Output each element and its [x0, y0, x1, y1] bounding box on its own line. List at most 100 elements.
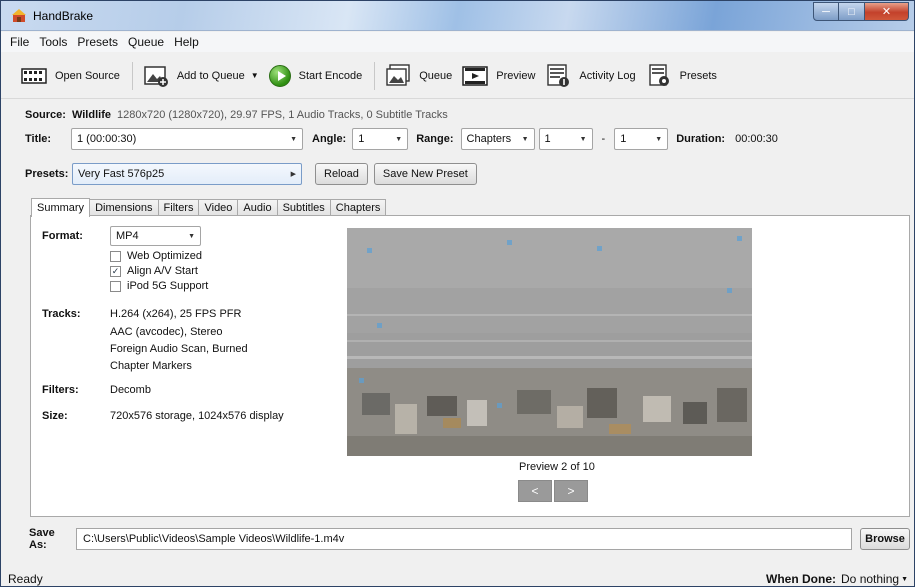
menu-tools[interactable]: Tools: [34, 35, 72, 49]
tab-chapters[interactable]: Chapters: [329, 199, 387, 216]
save-as-path-value: C:\Users\Public\Videos\Sample Videos\Wil…: [83, 533, 345, 545]
chevron-down-icon: ▼: [395, 135, 403, 143]
size-value: 720x576 storage, 1024x576 display: [110, 410, 284, 422]
range-mode-value: Chapters: [466, 133, 512, 145]
duration-label: Duration:: [676, 133, 726, 145]
handbrake-logo-icon: [12, 9, 26, 22]
open-source-button[interactable]: Open Source: [21, 61, 120, 91]
open-source-label: Open Source: [55, 69, 120, 82]
checkbox-unchecked-icon: [110, 280, 121, 292]
angle-value: 1: [358, 133, 365, 145]
menu-queue[interactable]: Queue: [123, 35, 169, 49]
source-row: Source: Wildlife 1280x720 (1280x720), 29…: [25, 107, 448, 123]
add-to-queue-label: Add to Queue: [176, 69, 245, 82]
tab-video[interactable]: Video: [198, 199, 239, 216]
web-optimized-label: Web Optimized: [127, 250, 202, 262]
save-as-label: Save As:: [29, 527, 55, 551]
title-value: 1 (00:00:30): [77, 133, 137, 145]
browse-button[interactable]: Browse: [860, 528, 910, 550]
align-av-checkbox[interactable]: ✓ Align A/V Start: [110, 265, 198, 277]
format-dropdown[interactable]: MP4 ▼: [110, 226, 201, 246]
preset-value: Very Fast 576p25: [78, 168, 165, 180]
window-title: HandBrake: [33, 9, 94, 23]
web-optimized-checkbox[interactable]: Web Optimized: [110, 250, 202, 262]
preview-button[interactable]: Preview: [462, 61, 535, 91]
chevron-down-icon[interactable]: ▼: [251, 71, 259, 80]
tab-strip: Summary Dimensions Filters Video Audio S…: [31, 198, 387, 217]
close-button[interactable]: ✕: [865, 2, 909, 21]
source-name: Wildlife: [71, 109, 111, 121]
align-av-label: Align A/V Start: [127, 265, 198, 277]
queue-icon: [386, 63, 410, 86]
preview-icon: [462, 65, 489, 86]
title-dropdown[interactable]: 1 (00:00:30) ▼: [71, 128, 303, 150]
preview-label: Preview: [496, 69, 536, 82]
ipod-support-checkbox[interactable]: iPod 5G Support: [110, 280, 208, 292]
title-bar[interactable]: HandBrake ─ □ ✕: [1, 1, 914, 31]
status-bar: Ready When Done: Do nothing ▼: [1, 569, 914, 587]
save-as-row: Save As: C:\Users\Public\Videos\Sample V…: [29, 527, 910, 551]
queue-label: Queue: [419, 69, 453, 82]
range-start-dropdown[interactable]: 1 ▼: [538, 128, 593, 150]
range-end-dropdown[interactable]: 1 ▼: [614, 128, 669, 150]
maximize-icon: □: [848, 5, 855, 18]
chevron-down-icon: ▼: [290, 135, 297, 143]
toolbar-separator: [131, 61, 133, 90]
presets-label: Presets: [679, 69, 717, 82]
previous-preview-button[interactable]: <: [518, 480, 552, 502]
chevron-down-icon: ▼: [655, 135, 663, 143]
activity-log-icon: [547, 63, 570, 87]
preview-nav: < >: [518, 480, 588, 502]
range-label: Range:: [416, 133, 454, 145]
ipod-support-label: iPod 5G Support: [127, 280, 209, 292]
menu-help[interactable]: Help: [169, 35, 204, 49]
angle-dropdown[interactable]: 1 ▼: [352, 128, 409, 150]
add-picture-icon: [144, 65, 168, 87]
tab-dimensions[interactable]: Dimensions: [89, 199, 159, 216]
track-item: Chapter Markers: [110, 360, 192, 372]
when-done-value: Do nothing: [841, 572, 900, 586]
save-new-preset-button[interactable]: Save New Preset: [373, 163, 477, 185]
presets-row-label: Presets:: [25, 168, 69, 180]
save-as-path-input[interactable]: C:\Users\Public\Videos\Sample Videos\Wil…: [76, 528, 852, 550]
minimize-button[interactable]: ─: [813, 2, 839, 21]
source-label: Source:: [25, 109, 66, 121]
menu-bar: File Tools Presets Queue Help: [1, 32, 914, 52]
window-controls: ─ □ ✕: [813, 2, 909, 21]
checkmark-icon: ✓: [110, 265, 121, 277]
presets-row: Presets: Very Fast 576p25 ▶ Reload Save …: [25, 163, 477, 185]
summary-panel: Format: MP4 ▼ Web Optimized ✓ Align A/V …: [30, 215, 910, 517]
queue-button[interactable]: Queue: [385, 61, 452, 91]
close-icon: ✕: [881, 6, 892, 18]
minimize-icon: ─: [822, 5, 830, 18]
maximize-button[interactable]: □: [839, 2, 865, 21]
menu-presets[interactable]: Presets: [72, 35, 123, 49]
when-done-control[interactable]: When Done: Do nothing ▼: [766, 572, 908, 586]
range-mode-dropdown[interactable]: Chapters ▼: [460, 128, 535, 150]
tab-filters[interactable]: Filters: [157, 199, 200, 216]
tab-summary[interactable]: Summary: [31, 198, 91, 217]
reload-button[interactable]: Reload: [315, 163, 368, 185]
menu-file[interactable]: File: [5, 35, 34, 49]
presets-selector[interactable]: Very Fast 576p25 ▶: [72, 163, 302, 185]
range-end-value: 1: [620, 133, 627, 145]
chevron-down-icon: ▼: [901, 575, 908, 583]
chevron-down-icon: ▼: [188, 232, 195, 240]
toolbar: Open Source Add to Queue ▼ Start Encode: [1, 53, 914, 99]
source-info: 1280x720 (1280x720), 29.97 FPS, 1 Audio …: [116, 109, 448, 121]
track-item: H.264 (x264), 25 FPS PFR: [110, 308, 242, 320]
tab-audio[interactable]: Audio: [237, 199, 278, 216]
format-value: MP4: [116, 230, 139, 242]
next-preview-button[interactable]: >: [554, 480, 588, 502]
add-to-queue-button[interactable]: Add to Queue ▼: [143, 61, 259, 91]
chevron-down-icon: ▼: [521, 135, 529, 143]
chevron-right-icon: ▶: [290, 171, 296, 178]
start-encode-button[interactable]: Start Encode: [268, 61, 362, 91]
tab-subtitles[interactable]: Subtitles: [276, 199, 331, 216]
presets-gear-icon: [648, 63, 669, 86]
size-label: Size:: [42, 410, 68, 422]
presets-button[interactable]: Presets: [646, 61, 717, 91]
status-text: Ready: [8, 572, 43, 586]
activity-log-button[interactable]: Activity Log: [545, 61, 636, 91]
activity-log-label: Activity Log: [579, 69, 636, 82]
